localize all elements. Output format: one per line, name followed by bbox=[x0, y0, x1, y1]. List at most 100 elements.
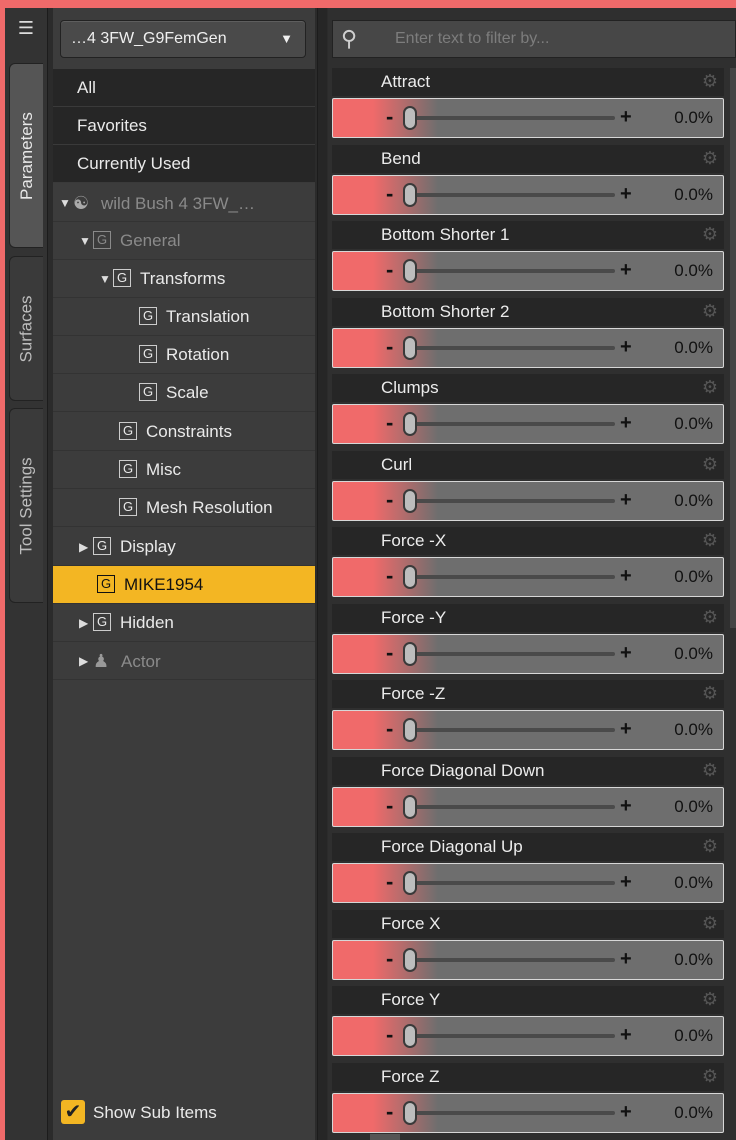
increment-button[interactable]: + bbox=[620, 638, 632, 668]
decrement-button[interactable]: - bbox=[386, 791, 393, 821]
param-slider[interactable]: - +0.0% bbox=[332, 327, 724, 368]
decrement-button[interactable]: - bbox=[386, 332, 393, 362]
slider-track[interactable] bbox=[405, 345, 615, 350]
increment-button[interactable]: + bbox=[620, 944, 632, 974]
slider-track[interactable] bbox=[405, 269, 615, 273]
gear-icon[interactable]: ⚙ bbox=[702, 300, 718, 322]
tree-item-general[interactable]: ▼ G General bbox=[53, 222, 315, 260]
tree-item-transforms[interactable]: ▼ G Transforms bbox=[53, 260, 315, 298]
tree-item-mike1954[interactable]: G MIKE1954 bbox=[53, 566, 315, 604]
slider-knob[interactable] bbox=[403, 871, 417, 895]
param-slider[interactable]: - +0.0% bbox=[332, 1016, 724, 1056]
param-slider[interactable]: - +0.0% bbox=[332, 939, 724, 980]
gear-icon[interactable]: ⚙ bbox=[702, 988, 718, 1010]
increment-button[interactable]: + bbox=[620, 332, 632, 362]
expand-triangle-icon[interactable]: ▼ bbox=[59, 184, 73, 222]
slider-track[interactable] bbox=[405, 804, 615, 809]
slider-track[interactable] bbox=[405, 881, 615, 885]
param-slider[interactable]: - +0.0% bbox=[332, 557, 724, 597]
tree-item-constraints[interactable]: G Constraints bbox=[53, 413, 315, 451]
filter-input[interactable]: ⚲ Enter text to filter by... bbox=[332, 20, 736, 58]
tab-parameters[interactable]: Parameters bbox=[9, 63, 43, 248]
gear-icon[interactable]: ⚙ bbox=[702, 835, 718, 857]
param-value[interactable]: 0.0% bbox=[674, 711, 713, 749]
decrement-button[interactable]: - bbox=[386, 408, 393, 438]
gear-icon[interactable]: ⚙ bbox=[702, 606, 718, 628]
node-selector-dropdown[interactable]: …4 3FW_G9FemGen ▼ bbox=[60, 20, 306, 58]
slider-track[interactable] bbox=[405, 575, 615, 579]
show-sub-items-checkbox[interactable]: ✔ Show Sub Items bbox=[61, 1098, 217, 1128]
panel-splitter[interactable] bbox=[317, 8, 327, 1140]
decrement-button[interactable]: - bbox=[386, 944, 393, 974]
param-slider[interactable]: - +0.0% bbox=[332, 863, 724, 903]
param-slider[interactable]: - +0.0% bbox=[332, 710, 724, 750]
tree-item-currently-used[interactable]: Currently Used bbox=[53, 145, 315, 183]
gear-icon[interactable]: ⚙ bbox=[702, 223, 718, 245]
tree-item-scale[interactable]: G Scale bbox=[53, 374, 315, 412]
slider-knob[interactable] bbox=[403, 106, 417, 130]
slider-knob[interactable] bbox=[403, 259, 417, 283]
decrement-button[interactable]: - bbox=[386, 561, 393, 591]
decrement-button[interactable]: - bbox=[386, 638, 393, 668]
tree-item-display[interactable]: ▶ G Display bbox=[53, 528, 315, 566]
tree-item-mesh-resolution[interactable]: G Mesh Resolution bbox=[53, 489, 315, 527]
param-slider[interactable]: - +0.0% bbox=[332, 251, 724, 291]
param-value[interactable]: 0.0% bbox=[674, 405, 713, 443]
tree-item-figure[interactable]: ▼ ☯ wild Bush 4 3FW_… bbox=[53, 184, 315, 222]
param-slider[interactable]: - +0.0% bbox=[332, 98, 724, 138]
increment-button[interactable]: + bbox=[620, 179, 632, 209]
decrement-button[interactable]: - bbox=[386, 1097, 393, 1127]
param-value[interactable]: 0.0% bbox=[674, 176, 713, 214]
param-value[interactable]: 0.0% bbox=[674, 941, 713, 979]
tree-item-hidden[interactable]: ▶ G Hidden bbox=[53, 604, 315, 642]
slider-knob[interactable] bbox=[403, 1024, 417, 1048]
slider-knob[interactable] bbox=[403, 335, 417, 360]
slider-track[interactable] bbox=[405, 192, 615, 197]
tree-item-favorites[interactable]: Favorites bbox=[53, 107, 315, 145]
expand-triangle-icon[interactable]: ▶ bbox=[79, 528, 93, 566]
decrement-button[interactable]: - bbox=[386, 179, 393, 209]
slider-track[interactable] bbox=[405, 422, 615, 426]
param-value[interactable]: 0.0% bbox=[674, 252, 713, 290]
increment-button[interactable]: + bbox=[620, 714, 632, 744]
increment-button[interactable]: + bbox=[620, 408, 632, 438]
gear-icon[interactable]: ⚙ bbox=[702, 453, 718, 475]
slider-track[interactable] bbox=[405, 957, 615, 962]
param-slider[interactable]: - +0.0% bbox=[332, 404, 724, 444]
expand-triangle-icon[interactable]: ▼ bbox=[99, 260, 113, 298]
search-icon[interactable]: ⚲ bbox=[341, 26, 371, 52]
expand-triangle-icon[interactable]: ▶ bbox=[79, 604, 93, 642]
slider-knob[interactable] bbox=[403, 794, 417, 819]
resize-grip[interactable] bbox=[370, 1134, 400, 1140]
gear-icon[interactable]: ⚙ bbox=[702, 912, 718, 934]
increment-button[interactable]: + bbox=[620, 485, 632, 515]
slider-track[interactable] bbox=[405, 651, 615, 656]
decrement-button[interactable]: - bbox=[386, 867, 393, 897]
increment-button[interactable]: + bbox=[620, 1020, 632, 1050]
increment-button[interactable]: + bbox=[620, 867, 632, 897]
param-value[interactable]: 0.0% bbox=[674, 1094, 713, 1132]
gear-icon[interactable]: ⚙ bbox=[702, 70, 718, 92]
slider-knob[interactable] bbox=[403, 947, 417, 972]
gear-icon[interactable]: ⚙ bbox=[702, 147, 718, 169]
tree-item-rotation[interactable]: G Rotation bbox=[53, 336, 315, 374]
slider-track[interactable] bbox=[405, 116, 615, 120]
increment-button[interactable]: + bbox=[620, 255, 632, 285]
slider-knob[interactable] bbox=[403, 488, 417, 513]
gear-icon[interactable]: ⚙ bbox=[702, 682, 718, 704]
decrement-button[interactable]: - bbox=[386, 485, 393, 515]
tree-item-actor[interactable]: ▶ ♟ Actor bbox=[53, 642, 315, 680]
tree-item-all[interactable]: All bbox=[53, 69, 315, 107]
slider-knob[interactable] bbox=[403, 182, 417, 207]
param-slider[interactable]: - +0.0% bbox=[332, 633, 724, 674]
increment-button[interactable]: + bbox=[620, 1097, 632, 1127]
slider-track[interactable] bbox=[405, 498, 615, 503]
param-value[interactable]: 0.0% bbox=[674, 1017, 713, 1055]
decrement-button[interactable]: - bbox=[386, 1020, 393, 1050]
expand-triangle-icon[interactable]: ▼ bbox=[79, 222, 93, 260]
vertical-scrollbar[interactable] bbox=[730, 68, 736, 628]
param-value[interactable]: 0.0% bbox=[674, 558, 713, 596]
slider-knob[interactable] bbox=[403, 1100, 417, 1125]
slider-track[interactable] bbox=[405, 728, 615, 732]
tree-item-misc[interactable]: G Misc bbox=[53, 451, 315, 489]
